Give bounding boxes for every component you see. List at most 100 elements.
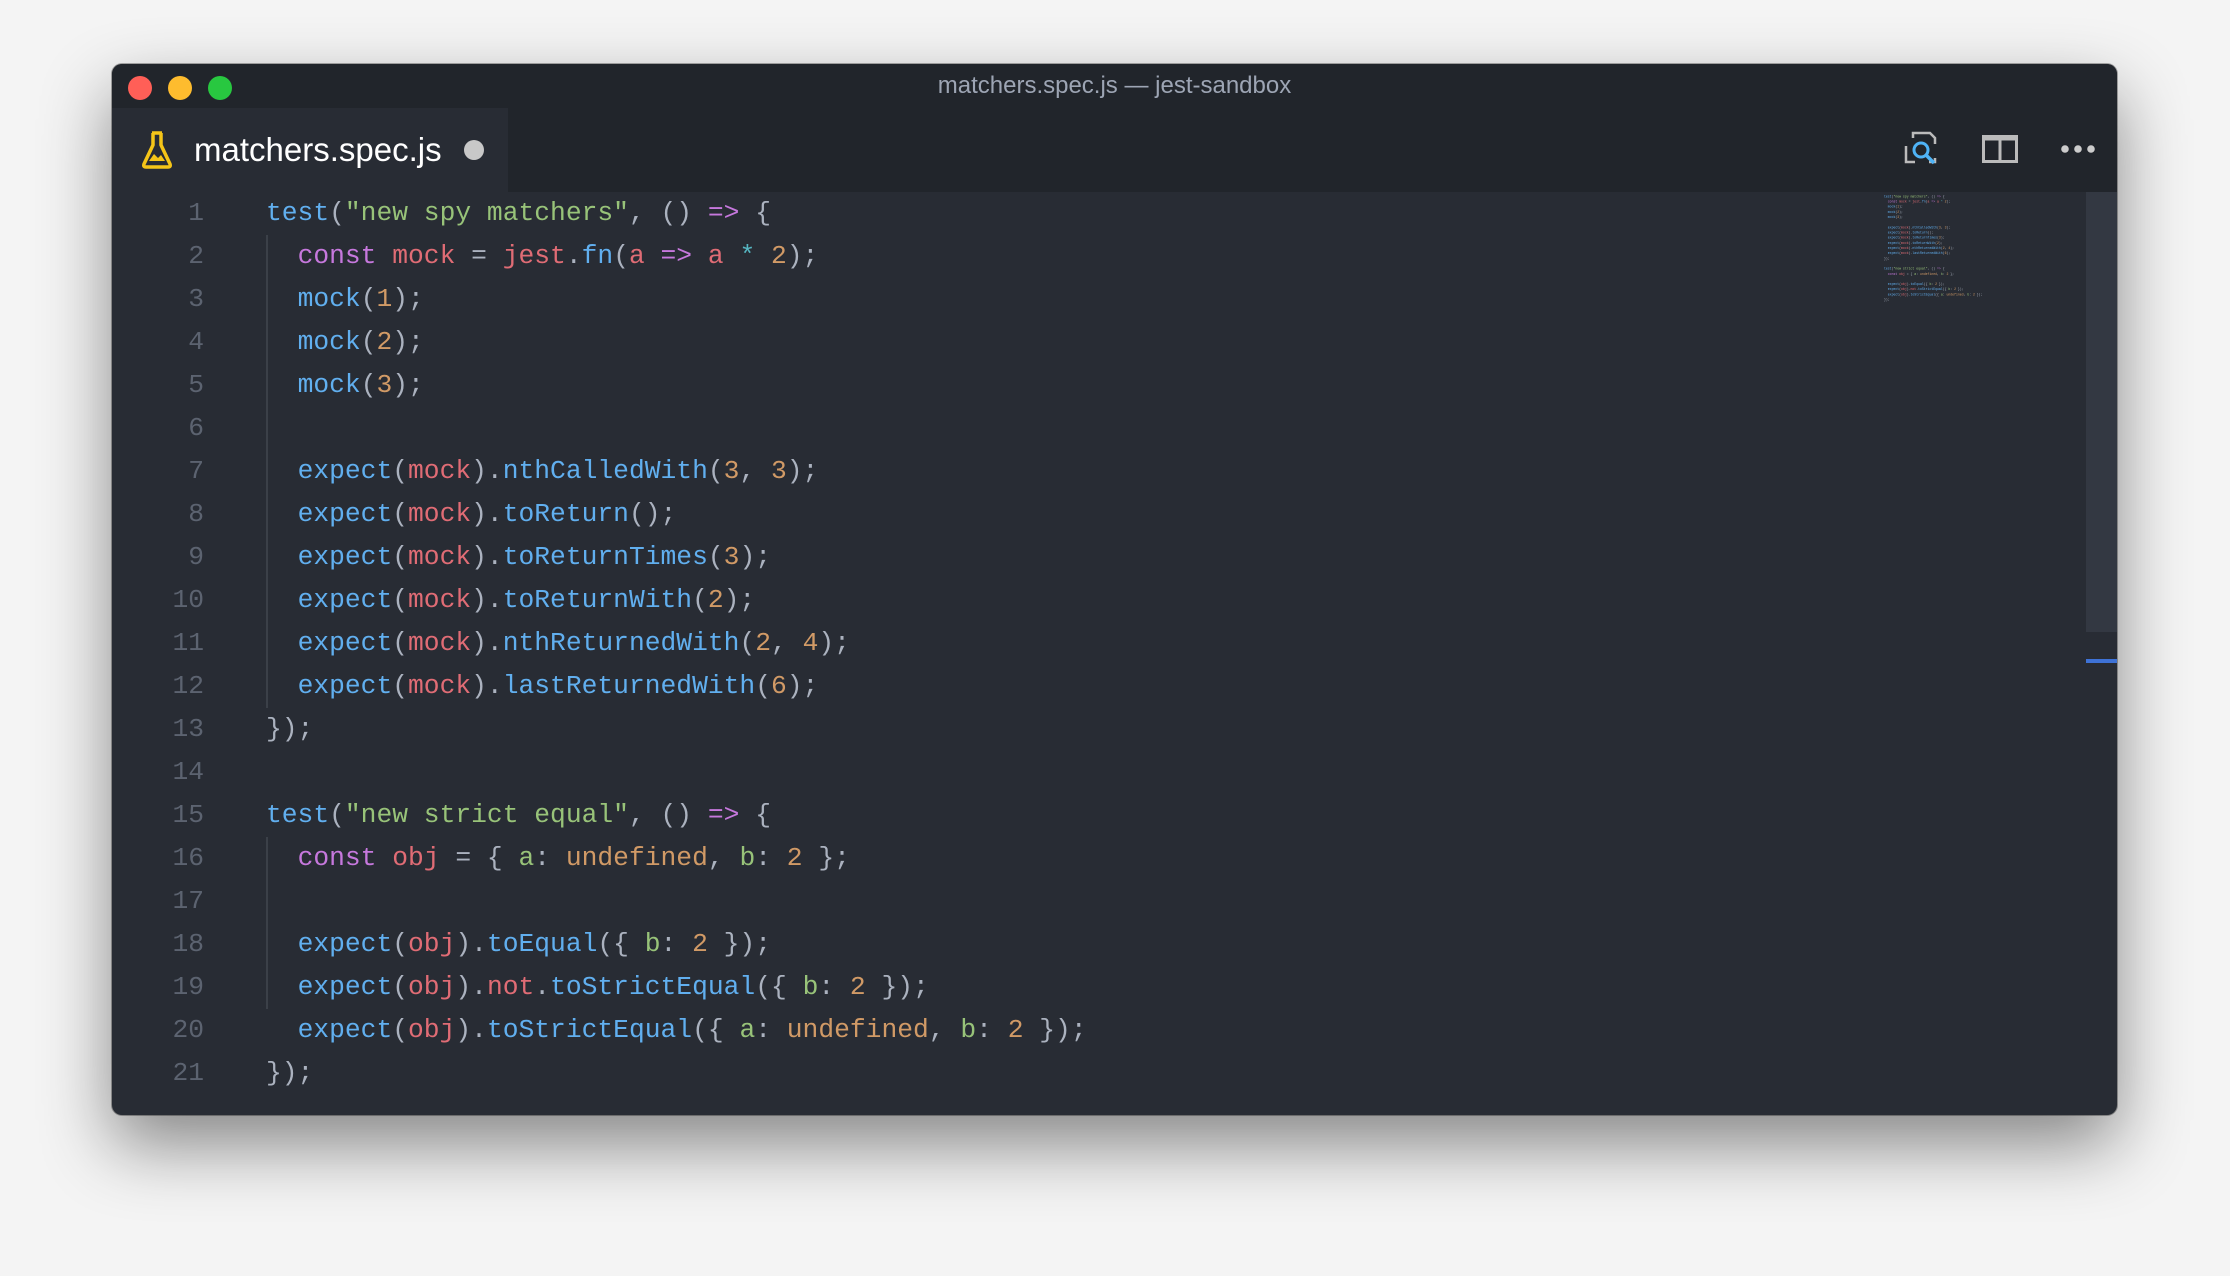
code-area[interactable]: test("new spy matchers", () => { const m… bbox=[266, 192, 1087, 1095]
line-number: 15 bbox=[172, 800, 204, 830]
punctuation-token: ); bbox=[1899, 205, 1903, 209]
keyword-token: => bbox=[707, 198, 740, 228]
punctuation-token: ( bbox=[392, 929, 409, 959]
function-token: expect bbox=[1887, 282, 1900, 287]
code-line[interactable]: expect(obj).not.toStrictEqual({ b: 2 }); bbox=[266, 966, 1087, 1009]
punctuation-token: ( bbox=[392, 628, 409, 658]
punctuation-token: ); bbox=[392, 284, 424, 314]
code-line[interactable]: }); bbox=[266, 708, 1087, 751]
minimap-line: }); bbox=[1884, 297, 1982, 302]
punctuation-token: : bbox=[660, 929, 693, 959]
code-line[interactable]: mock(2); bbox=[266, 321, 1087, 364]
code-line[interactable]: test("new strict equal", () => { bbox=[266, 794, 1087, 837]
vertical-scrollbar[interactable] bbox=[2086, 192, 2117, 632]
line-number: 21 bbox=[172, 1058, 204, 1088]
minimap[interactable]: test("new spy matchers", () => { const m… bbox=[1884, 194, 1982, 302]
variable-token: jest bbox=[1912, 199, 1920, 204]
line-number: 4 bbox=[188, 327, 204, 357]
punctuation-token: = bbox=[455, 241, 503, 271]
variable-token: mock bbox=[408, 499, 472, 529]
function-token: mock bbox=[1887, 205, 1896, 209]
line-number: 2 bbox=[188, 241, 204, 271]
variable-token: mock bbox=[408, 456, 472, 486]
variable-token: mock bbox=[1901, 236, 1909, 240]
function-token: toEqual bbox=[1910, 282, 1924, 287]
punctuation-token: ); bbox=[723, 585, 756, 615]
keyword-token: const bbox=[1887, 272, 1898, 276]
title-bar: matchers.spec.js — jest-sandbox bbox=[112, 64, 2117, 108]
cursor-position-marker bbox=[2086, 659, 2117, 663]
more-actions-button[interactable] bbox=[2059, 130, 2097, 168]
function-token: lastReturnedWith bbox=[1912, 251, 1943, 256]
line-number: 6 bbox=[188, 413, 204, 443]
punctuation-token: ). bbox=[455, 929, 487, 959]
code-line[interactable]: expect(obj).toEqual({ b: 2 }); bbox=[266, 923, 1087, 966]
variable-token: a bbox=[707, 241, 724, 271]
code-line[interactable] bbox=[266, 751, 1087, 794]
line-number: 20 bbox=[172, 1015, 204, 1045]
punctuation-token: }); bbox=[266, 714, 314, 744]
line-number: 11 bbox=[172, 628, 204, 658]
punctuation-token: ); bbox=[1946, 199, 1951, 204]
unsaved-indicator-icon[interactable] bbox=[463, 140, 484, 160]
punctuation-token: : bbox=[755, 1015, 787, 1045]
code-line[interactable]: mock(1); bbox=[266, 278, 1087, 321]
code-line[interactable]: expect(obj).toStrictEqual({ a: undefined… bbox=[266, 1009, 1087, 1052]
code-line[interactable]: const obj = { a: undefined, b: 2 }; bbox=[266, 837, 1087, 880]
function-token: expect bbox=[297, 929, 393, 959]
keyword-token: const bbox=[297, 843, 377, 873]
code-line[interactable]: }); bbox=[266, 1052, 1087, 1095]
string-token: "new spy matchers" bbox=[1893, 194, 1928, 199]
punctuation-token: , bbox=[771, 628, 803, 658]
code-editor[interactable]: 1 2 3 4 5 6 7 8 9 10 11 12 13 14 15 16 17 18 19 20 21 test("… bbox=[112, 192, 2117, 1115]
code-line[interactable]: expect(mock).toReturnWith(2); bbox=[266, 579, 1087, 622]
variable-token: a bbox=[628, 241, 645, 271]
punctuation-token: ( bbox=[329, 198, 345, 228]
punctuation-token: ( bbox=[755, 671, 771, 701]
number-token: 2 bbox=[692, 929, 708, 959]
code-line[interactable]: expect(mock).toReturn(); bbox=[266, 493, 1087, 536]
punctuation-token: (); bbox=[628, 499, 677, 529]
function-token: toReturnTimes bbox=[1912, 236, 1938, 240]
variable-token: obj bbox=[408, 929, 456, 959]
tab-matchers-spec[interactable]: matchers.spec.js bbox=[112, 108, 508, 192]
code-line[interactable] bbox=[266, 407, 1087, 450]
function-token: toStrictEqual bbox=[1918, 287, 1943, 292]
code-line[interactable]: expect(mock).nthCalledWith(3, 3); bbox=[266, 450, 1087, 493]
punctuation-token bbox=[645, 241, 661, 271]
code-line[interactable]: expect(mock).toReturnTimes(3); bbox=[266, 536, 1087, 579]
function-token: toStrictEqual bbox=[550, 972, 756, 1002]
punctuation-token: ). bbox=[471, 671, 503, 701]
code-line[interactable]: const mock = jest.fn(a => a * 2); bbox=[266, 235, 1087, 278]
punctuation-token: ); bbox=[1946, 225, 1951, 230]
variable-token: obj bbox=[408, 972, 456, 1002]
code-line[interactable]: expect(mock).nthReturnedWith(2, 4); bbox=[266, 622, 1087, 665]
function-token: mock bbox=[1887, 215, 1896, 219]
punctuation-token: ); bbox=[392, 327, 424, 357]
punctuation-token: ). bbox=[471, 628, 503, 658]
function-token: expect bbox=[297, 585, 393, 615]
function-token: expect bbox=[1887, 287, 1900, 292]
punctuation-token: , () bbox=[1927, 266, 1938, 271]
punctuation-token: ( bbox=[707, 542, 724, 572]
punctuation-token: , bbox=[707, 843, 740, 873]
code-line[interactable]: expect(mock).lastReturnedWith(6); bbox=[266, 665, 1087, 708]
punctuation-token: : bbox=[755, 843, 787, 873]
preview-search-button[interactable] bbox=[1903, 130, 1941, 168]
variable-token: mock bbox=[1901, 225, 1909, 230]
function-token: nthReturnedWith bbox=[502, 628, 740, 658]
split-editor-button[interactable] bbox=[1981, 130, 2019, 168]
code-line[interactable]: test("new spy matchers", () => { bbox=[266, 192, 1087, 235]
punctuation-token: . bbox=[534, 972, 551, 1002]
punctuation-token: }); bbox=[707, 929, 771, 959]
keyword-token: => bbox=[660, 241, 693, 271]
punctuation-token: }; bbox=[802, 843, 850, 873]
line-number: 9 bbox=[188, 542, 204, 572]
punctuation-token: ); bbox=[739, 542, 771, 572]
punctuation-token: ); bbox=[392, 370, 424, 400]
punctuation-token: }); bbox=[865, 972, 929, 1002]
number-token: 3 bbox=[723, 456, 740, 486]
code-line[interactable]: mock(3); bbox=[266, 364, 1087, 407]
code-line[interactable] bbox=[266, 880, 1087, 923]
function-token: expect bbox=[297, 499, 393, 529]
